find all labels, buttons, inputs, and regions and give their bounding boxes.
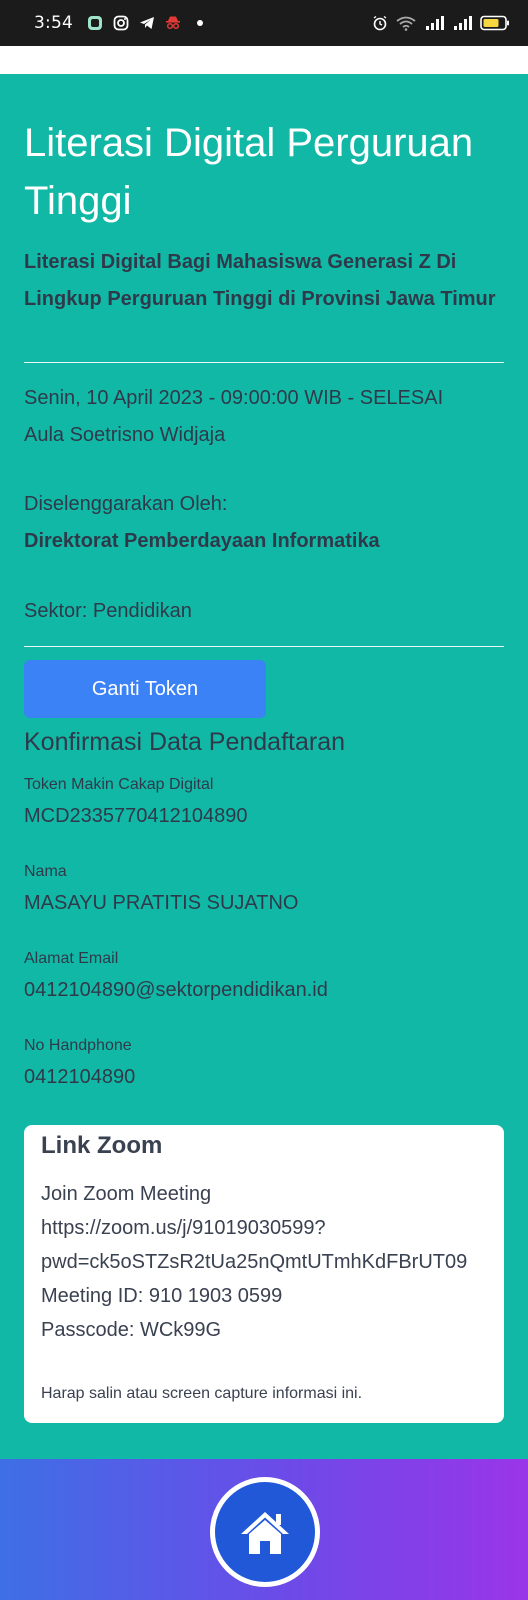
zoom-link-url[interactable]: https://zoom.us/j/91019030599? xyxy=(41,1211,467,1245)
divider xyxy=(24,646,504,647)
zoom-passcode: Passcode: WCk99G xyxy=(41,1319,222,1341)
instagram-icon xyxy=(113,15,129,31)
zoom-info-card: Link Zoom Join Zoom Meeting https://zoom… xyxy=(24,1125,504,1423)
signal-icon xyxy=(426,16,444,30)
phone-label: No Handphone xyxy=(24,1037,132,1054)
event-datetime: Senin, 10 April 2023 - 09:00:00 WIB - SE… xyxy=(24,387,444,409)
telegram-icon xyxy=(139,17,154,29)
name-value: MASAYU PRATITIS SUJATNO xyxy=(24,892,299,914)
notification-icons xyxy=(87,15,203,31)
change-token-button[interactable]: Ganti Token xyxy=(24,660,266,718)
email-value: 0412104890@sektorpendidikan.id xyxy=(24,979,328,1001)
home-button[interactable] xyxy=(210,1477,320,1587)
signal-icon xyxy=(454,16,472,30)
event-subtitle: Literasi Digital Bagi Mahasiswa Generasi… xyxy=(24,251,496,310)
bottom-nav xyxy=(0,1459,528,1600)
notification-dot xyxy=(196,20,203,26)
page-title: Literasi Digital Perguruan Tinggi xyxy=(24,121,474,223)
token-value: MCD2335770412104890 xyxy=(24,805,248,827)
home-icon xyxy=(241,1512,289,1554)
zoom-join-text: Join Zoom Meeting xyxy=(41,1183,212,1205)
email-label: Alamat Email xyxy=(24,950,119,967)
phone-value: 0412104890 xyxy=(24,1066,136,1088)
zoom-meeting-id: Meeting ID: 910 1903 0599 xyxy=(41,1285,283,1307)
incognito-icon xyxy=(165,16,180,30)
event-sector: Sektor: Pendidikan xyxy=(24,600,192,622)
token-label: Token Makin Cakap Digital xyxy=(24,776,214,793)
status-time: 3:54 xyxy=(34,13,73,33)
wifi-icon xyxy=(396,16,416,31)
zoom-card-title: Link Zoom xyxy=(41,1132,163,1159)
zoom-link-password-param[interactable]: pwd=ck5oSTZsR2tUa25nQmtUTmhKdFBrUT09 xyxy=(41,1245,467,1279)
event-detail-panel: Literasi Digital Perguruan Tinggi Litera… xyxy=(0,74,528,1459)
name-label: Nama xyxy=(24,863,67,880)
zoom-details: Join Zoom Meeting https://zoom.us/j/9101… xyxy=(41,1177,467,1347)
registration-section-title: Konfirmasi Data Pendaftaran xyxy=(24,728,346,756)
alarm-icon xyxy=(373,15,387,31)
event-venue: Aula Soetrisno Widjaja xyxy=(24,424,226,446)
zoom-note: Harap salin atau screen capture informas… xyxy=(41,1385,363,1402)
organizer-label: Diselenggarakan Oleh: xyxy=(24,493,228,515)
system-icons xyxy=(372,15,510,31)
battery-icon xyxy=(480,15,509,31)
organizer-name: Direktorat Pemberdayaan Informatika xyxy=(24,530,380,552)
divider xyxy=(24,362,504,363)
chat-app-icon xyxy=(87,16,102,30)
status-bar: 3:54 xyxy=(0,0,528,46)
